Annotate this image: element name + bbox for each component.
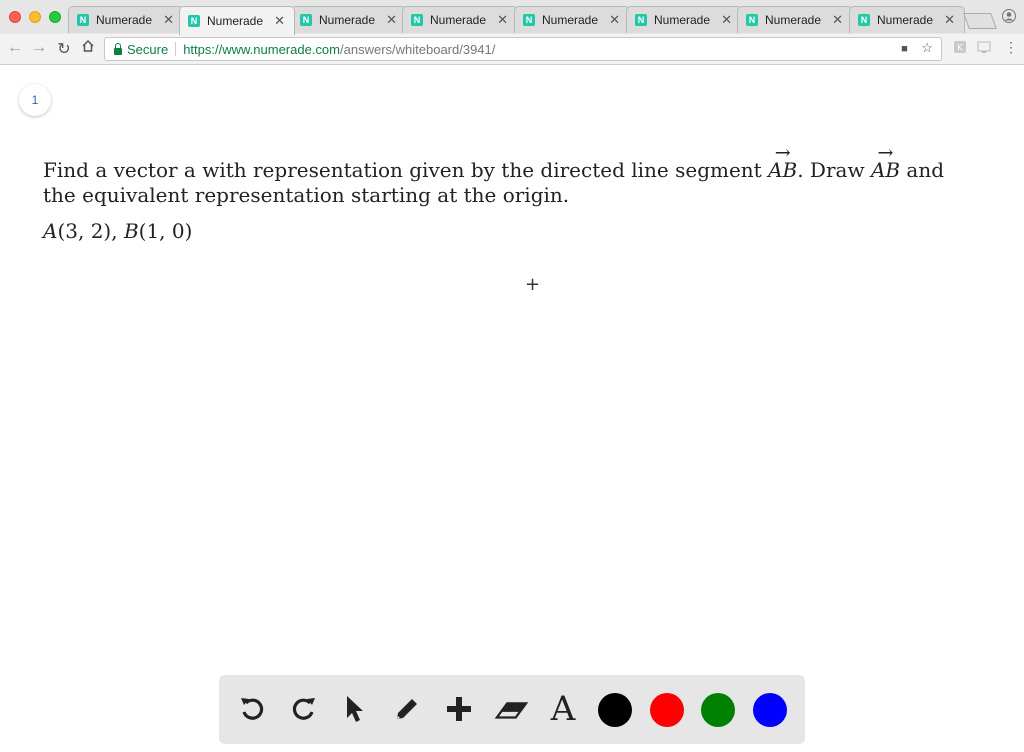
vector-ab-label: AB	[768, 141, 797, 183]
divider	[175, 42, 177, 56]
omnibox-actions: ■ ☆	[901, 40, 933, 56]
browser-tab[interactable]: N Numerade ✕	[514, 6, 630, 33]
tab-close-icon[interactable]: ✕	[832, 12, 843, 28]
numerade-favicon-icon: N	[411, 14, 423, 26]
text-icon[interactable]: A	[546, 692, 580, 726]
tab-title: Numerade	[319, 13, 376, 27]
tab-close-icon[interactable]: ✕	[274, 13, 285, 29]
pointer-icon[interactable]	[338, 692, 372, 726]
tab-title: Numerade	[542, 13, 599, 27]
undo-icon[interactable]	[235, 692, 269, 726]
browser-toolbar: ← → ↻ Secure https://www.numerade.com/an…	[0, 34, 1024, 64]
browser-tab[interactable]: N Numerade ✕	[291, 6, 407, 33]
secure-label: Secure	[127, 41, 169, 57]
numerade-favicon-icon: N	[635, 14, 647, 26]
question-segment: . Draw	[797, 158, 871, 182]
extension-icon[interactable]: K	[953, 40, 967, 57]
numerade-favicon-icon: N	[77, 14, 89, 26]
pencil-icon[interactable]	[390, 692, 424, 726]
browser-tab[interactable]: N Numerade ✕	[68, 6, 184, 33]
color-black-button[interactable]	[598, 693, 632, 727]
vector-ab-label: AB	[871, 141, 900, 183]
browser-tab-active[interactable]: N Numerade ✕	[179, 6, 295, 35]
forward-icon[interactable]: →	[30, 39, 48, 57]
color-blue-button[interactable]	[753, 693, 787, 727]
numerade-favicon-icon: N	[746, 14, 758, 26]
home-icon[interactable]	[79, 39, 97, 58]
close-window-button[interactable]	[9, 11, 21, 23]
tab-title: Numerade	[765, 13, 822, 27]
lock-icon	[114, 42, 122, 55]
point-a-coords: (3, 2),	[57, 219, 118, 243]
tab-close-icon[interactable]: ✕	[609, 12, 620, 28]
menu-kebab-icon[interactable]: ⋮	[1004, 39, 1018, 56]
crosshair-cursor-icon: +	[525, 274, 541, 295]
question-text: Find a vector a with representation give…	[43, 141, 963, 208]
bookmark-star-icon[interactable]: ☆	[921, 40, 933, 55]
url-path: /answers/whiteboard/3941/	[340, 41, 496, 57]
point-a-name: A	[43, 219, 58, 243]
numerade-favicon-icon: N	[188, 15, 200, 27]
tab-title: Numerade	[96, 13, 153, 27]
numerade-favicon-icon: N	[300, 14, 312, 26]
question-segment: Find a vector a with representation give…	[43, 158, 769, 182]
address-bar[interactable]: Secure https://www.numerade.com/answers/…	[104, 37, 942, 61]
text-tool-glyph: A	[550, 689, 576, 729]
tab-close-icon[interactable]: ✕	[386, 12, 397, 28]
page-number-badge[interactable]: 1	[19, 84, 51, 116]
tab-close-icon[interactable]: ✕	[163, 12, 174, 28]
new-tab-button[interactable]	[963, 13, 997, 29]
whiteboard-toolbar: A	[219, 675, 805, 744]
url-host: https://www.numerade.com	[183, 41, 340, 57]
minimize-window-button[interactable]	[29, 11, 41, 23]
tab-strip: N Numerade ✕ N Numerade ✕ N Numerade ✕ N…	[0, 0, 1024, 35]
browser-chrome: N Numerade ✕ N Numerade ✕ N Numerade ✕ N…	[0, 0, 1024, 65]
point-b-coords: (1, 0)	[138, 219, 193, 243]
add-icon[interactable]	[442, 692, 476, 726]
point-b-name: B	[123, 219, 139, 243]
redo-icon[interactable]	[287, 692, 321, 726]
color-red-button[interactable]	[650, 693, 684, 727]
color-green-button[interactable]	[701, 693, 735, 727]
points-given: A(3, 2), B(1, 0)	[43, 219, 192, 243]
zoom-window-button[interactable]	[49, 11, 61, 23]
tab-close-icon[interactable]: ✕	[944, 12, 955, 28]
profile-icon[interactable]	[1002, 9, 1016, 26]
tab-title: Numerade	[430, 13, 487, 27]
tab-title: Numerade	[654, 13, 711, 27]
tab-close-icon[interactable]: ✕	[497, 12, 508, 28]
browser-tab[interactable]: N Numerade ✕	[737, 6, 853, 33]
tab-title: Numerade	[877, 13, 934, 27]
page-number: 1	[31, 93, 39, 107]
back-icon[interactable]: ←	[6, 39, 24, 57]
browser-tab[interactable]: N Numerade ✕	[849, 6, 965, 33]
numerade-favicon-icon: N	[858, 14, 870, 26]
reload-icon[interactable]: ↻	[55, 39, 73, 59]
numerade-favicon-icon: N	[523, 14, 535, 26]
eraser-icon[interactable]	[494, 692, 528, 726]
browser-tab[interactable]: N Numerade ✕	[626, 6, 742, 33]
tab-close-icon[interactable]: ✕	[721, 12, 732, 28]
tab-title: Numerade	[207, 14, 264, 28]
camera-icon[interactable]: ■	[901, 43, 908, 55]
cast-icon[interactable]	[977, 40, 991, 57]
browser-tab[interactable]: N Numerade ✕	[402, 6, 518, 33]
